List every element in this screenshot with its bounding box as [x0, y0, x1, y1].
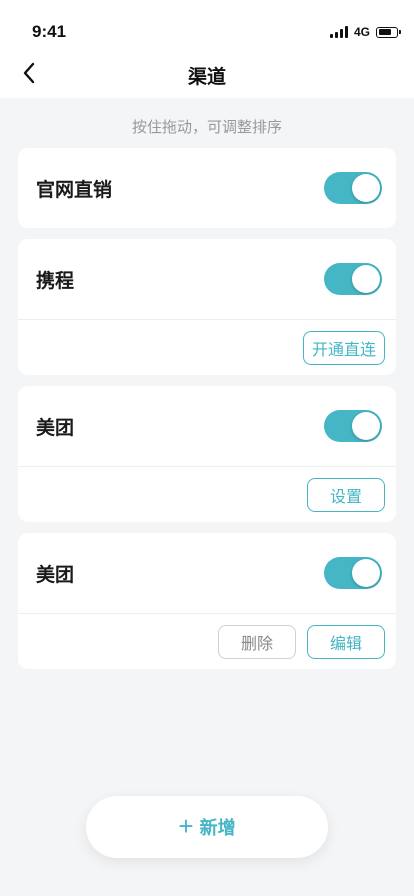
edit-button[interactable]: 编辑 — [307, 624, 385, 659]
channel-card-header: 美团 — [18, 533, 396, 613]
status-indicators: 4G — [329, 25, 401, 39]
channel-card[interactable]: 官网直销 — [18, 148, 396, 228]
settings-button[interactable]: 设置 — [307, 477, 385, 512]
channel-toggle[interactable] — [324, 172, 382, 204]
channel-actions: 删除 编辑 — [18, 613, 396, 669]
page-title: 渠道 — [187, 67, 226, 88]
network-label: 4G — [353, 25, 370, 39]
delete-button[interactable]: 删除 — [218, 624, 296, 659]
toggle-knob — [352, 559, 380, 587]
channel-name: 官网直销 — [36, 179, 113, 201]
status-bar: 9:41 4G — [0, 0, 414, 50]
open-direct-connect-button[interactable]: 开通直连 — [302, 330, 385, 365]
channel-toggle[interactable] — [324, 410, 382, 442]
channel-card-header: 美团 — [18, 386, 396, 466]
channel-card-header: 官网直销 — [18, 148, 396, 228]
channel-actions: 设置 — [18, 466, 396, 522]
channel-toggle[interactable] — [324, 557, 382, 589]
channel-card[interactable]: 美团 删除 编辑 — [18, 533, 396, 669]
battery-icon — [376, 26, 401, 38]
plus-icon: + — [178, 810, 194, 841]
add-channel-button[interactable]: + 新增 — [86, 796, 328, 858]
channel-name: 美团 — [36, 417, 75, 439]
toggle-knob — [352, 265, 380, 293]
add-button-label: 新增 — [199, 818, 236, 838]
channel-name: 美团 — [36, 564, 75, 586]
toggle-knob — [352, 412, 380, 440]
channel-name: 携程 — [36, 270, 75, 292]
drag-hint: 按住拖动，可调整排序 — [131, 119, 282, 136]
status-time: 9:41 — [32, 22, 67, 41]
top-area: 9:41 4G 渠道 — [0, 0, 414, 98]
channel-toggle[interactable] — [324, 263, 382, 295]
channel-actions: 开通直连 — [18, 319, 396, 375]
channel-card[interactable]: 携程 开通直连 — [18, 239, 396, 375]
nav-bar: 渠道 — [0, 50, 414, 98]
channel-list: 官网直销 携程 开通直连 美团 设置 美团 删除 编辑 — [0, 148, 414, 669]
toggle-knob — [352, 174, 380, 202]
signal-icon — [329, 26, 348, 38]
channel-card[interactable]: 美团 设置 — [18, 386, 396, 522]
channel-card-header: 携程 — [18, 239, 396, 319]
